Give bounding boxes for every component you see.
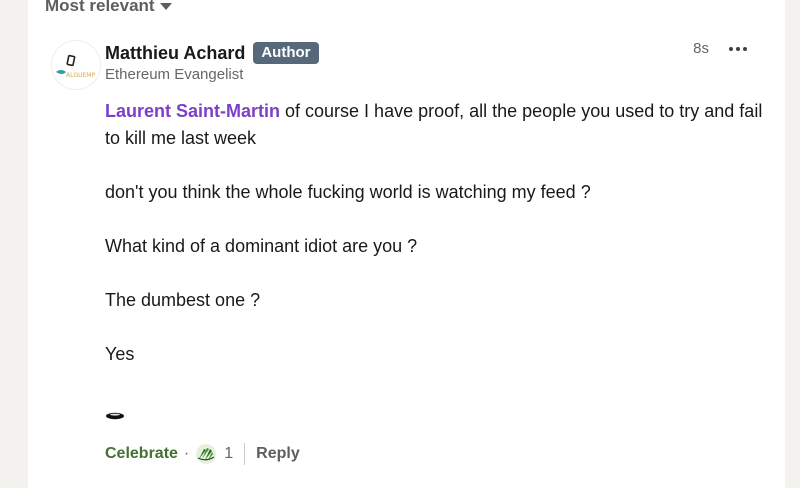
author-headline: Ethereum Evangelist [105, 66, 244, 83]
divider [244, 443, 246, 465]
author-name[interactable]: Matthieu Achard [105, 43, 245, 64]
comment-paragraph: Laurent Saint-Martin of course I have pr… [105, 98, 770, 152]
name-row: Matthieu Achard Author [105, 40, 755, 66]
avatar-logo-icon: ALGUEMP [52, 41, 100, 89]
comment-header: Matthieu Achard Author Ethereum Evangeli… [105, 40, 755, 83]
comment-actions: Celebrate · 1 Reply [105, 440, 300, 468]
comment-card: Most relevant ALGUEMP Matthieu Achard Au… [28, 0, 785, 488]
svg-text:ALGUEMP: ALGUEMP [66, 72, 95, 79]
reaction-count[interactable]: 1 [224, 445, 233, 463]
comment-paragraph: Yes [105, 344, 135, 364]
comment-paragraph: The dumbest one ? [105, 290, 261, 310]
sort-dropdown[interactable]: Most relevant [45, 0, 172, 16]
avatar[interactable]: ALGUEMP [51, 40, 101, 90]
more-horizontal-icon[interactable] [725, 43, 751, 55]
page: Most relevant ALGUEMP Matthieu Achard Au… [0, 0, 800, 488]
separator-dot: · [183, 445, 190, 462]
reply-button[interactable]: Reply [256, 445, 300, 463]
celebrate-reaction-icon[interactable] [195, 443, 217, 465]
timestamp: 8s [693, 40, 709, 57]
comment-meta: 8s [693, 40, 751, 57]
author-badge: Author [253, 42, 319, 64]
celebrate-button[interactable]: Celebrate [105, 445, 178, 463]
comment-paragraph: What kind of a dominant idiot are you ? [105, 236, 418, 256]
mention-link[interactable]: Laurent Saint-Martin [105, 101, 280, 121]
caret-down-icon [159, 2, 172, 10]
comment-body: Laurent Saint-Martin of course I have pr… [105, 98, 770, 395]
sort-label: Most relevant [45, 0, 155, 15]
inline-image[interactable] [105, 410, 125, 420]
comment-paragraph: don't you think the whole fucking world … [105, 182, 591, 202]
